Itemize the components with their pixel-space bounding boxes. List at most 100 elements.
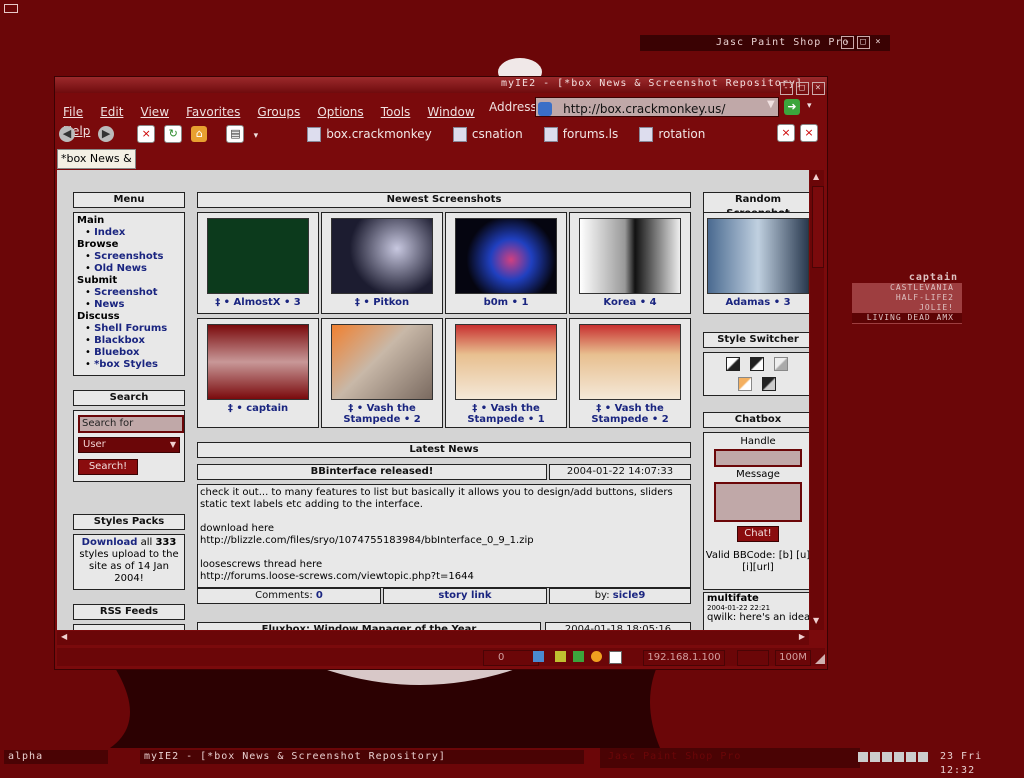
screenshot-thumbnail[interactable] xyxy=(207,218,309,294)
status-icon-a[interactable] xyxy=(533,651,544,662)
style-swatch[interactable] xyxy=(738,377,752,391)
menu-link-blackbox[interactable]: Blackbox xyxy=(94,335,145,346)
go-icon[interactable]: ➜ xyxy=(784,99,800,115)
stop-icon[interactable]: × xyxy=(137,124,156,143)
menu-link-submit-news[interactable]: News xyxy=(94,299,124,310)
author-link[interactable]: sicle9 xyxy=(613,590,645,601)
bookmark-box-crackmonkey[interactable]: box.crackmonkey xyxy=(307,127,432,142)
screenshot-thumbnail[interactable] xyxy=(707,218,809,294)
home-icon[interactable]: ⌂ xyxy=(191,125,208,142)
menu-link-submit-screenshot[interactable]: Screenshot xyxy=(94,287,157,298)
browser-titlebar[interactable]: myIE2 - [*box News & Screenshot Reposito… xyxy=(55,77,827,95)
search-button[interactable]: Search! xyxy=(78,459,138,475)
tray-icon[interactable] xyxy=(918,752,928,762)
screenshot-card[interactable]: ‡ • captain xyxy=(197,318,319,428)
chat-button[interactable]: Chat! xyxy=(737,526,779,542)
screenshot-card[interactable]: ‡ • Vash the Stampede • 1 xyxy=(445,318,567,428)
screenshot-card[interactable]: ‡ • Vash the Stampede • 2 xyxy=(321,318,443,428)
menu-link-shell-forums[interactable]: Shell Forums xyxy=(94,323,167,334)
screenshot-thumbnail[interactable] xyxy=(455,324,557,400)
tray-icon[interactable] xyxy=(894,752,904,762)
refresh-icon[interactable]: ↻ xyxy=(164,124,183,143)
close-icon[interactable]: × xyxy=(873,37,884,48)
taskbar-inactive-item[interactable]: Jasc Paint Shop Pro xyxy=(604,750,808,764)
menu-tools[interactable]: Tools xyxy=(381,105,411,119)
new-page-icon[interactable]: ▤ xyxy=(226,124,245,143)
screenshot-thumbnail[interactable] xyxy=(579,324,681,400)
style-swatch[interactable] xyxy=(750,357,764,371)
psp-window-titlebar[interactable]: Jasc Paint Shop Pro - □ × xyxy=(640,35,890,51)
maximize-icon[interactable]: □ xyxy=(796,82,809,95)
screenshot-card[interactable]: b0m • 1 xyxy=(445,212,567,314)
minimize-icon[interactable]: - xyxy=(780,82,793,95)
random-screenshot-card[interactable]: Adamas • 3 xyxy=(703,212,809,314)
status-icon-d[interactable] xyxy=(591,651,602,662)
style-swatch[interactable] xyxy=(774,357,788,371)
bookmark-csnation[interactable]: csnation xyxy=(452,127,523,142)
screenshot-card[interactable]: Korea • 4 xyxy=(569,212,691,314)
menu-link-bluebox[interactable]: Bluebox xyxy=(94,347,139,358)
close-all-icon[interactable]: × xyxy=(800,124,818,142)
resize-grip-icon[interactable] xyxy=(815,654,825,664)
status-icon-b[interactable] xyxy=(555,651,566,662)
menu-favorites[interactable]: Favorites xyxy=(186,105,240,119)
scroll-right-icon[interactable]: ▶ xyxy=(799,632,805,641)
desktop-corner-button[interactable] xyxy=(4,4,18,13)
address-dropdown-icon[interactable]: ▼ xyxy=(767,99,775,110)
back-icon[interactable]: ◀ xyxy=(59,125,75,142)
menu-groups[interactable]: Groups xyxy=(257,105,300,119)
scroll-left-icon[interactable]: ◀ xyxy=(61,632,67,641)
maximize-icon[interactable]: □ xyxy=(857,35,870,49)
news-link[interactable]: http://forums.loose-screws.com/viewtopic… xyxy=(200,571,688,583)
screenshot-card[interactable]: ‡ • AlmostX • 3 xyxy=(197,212,319,314)
message-textarea[interactable] xyxy=(714,482,802,522)
taskbar-window-item[interactable]: myIE2 - [*box News & Screenshot Reposito… xyxy=(140,750,584,764)
tray-icon[interactable] xyxy=(906,752,916,762)
screenshot-thumbnail[interactable] xyxy=(331,218,433,294)
screenshot-thumbnail[interactable] xyxy=(579,218,681,294)
screenshot-thumbnail[interactable] xyxy=(331,324,433,400)
menu-link-index[interactable]: Index xyxy=(94,227,125,238)
screenshot-thumbnail[interactable] xyxy=(207,324,309,400)
scroll-down-icon[interactable]: ▼ xyxy=(813,616,819,625)
bookmark-forums[interactable]: forums.ls xyxy=(543,127,618,142)
search-input[interactable]: Search for xyxy=(78,415,184,433)
screenshot-card[interactable]: ‡ • Vash the Stampede • 2 xyxy=(569,318,691,428)
tray-icon[interactable] xyxy=(870,752,880,762)
menu-view[interactable]: View xyxy=(141,105,169,119)
comments-link[interactable]: 0 xyxy=(316,590,323,601)
tray-icon[interactable] xyxy=(858,752,868,762)
horizontal-scrollbar[interactable]: ◀ ▶ xyxy=(57,631,809,645)
status-icon-e[interactable] xyxy=(609,651,622,664)
handle-input[interactable] xyxy=(714,449,802,467)
scroll-thumb[interactable] xyxy=(812,186,824,268)
tab-box-news[interactable]: *box News & ... xyxy=(57,149,136,183)
go-dropdown-icon[interactable]: ▾ xyxy=(807,101,812,111)
menu-window[interactable]: Window xyxy=(427,105,474,119)
vertical-scrollbar[interactable]: ▲ ▼ xyxy=(810,170,824,630)
scroll-up-icon[interactable]: ▲ xyxy=(813,172,819,181)
address-bar[interactable]: http://box.crackmonkey.us/ xyxy=(535,97,779,117)
forward-icon[interactable]: ▶ xyxy=(98,125,115,142)
menu-link-box-styles[interactable]: *box Styles xyxy=(94,359,158,370)
status-icon-c[interactable] xyxy=(573,651,584,662)
style-swatch[interactable] xyxy=(762,377,776,391)
menu-options[interactable]: Options xyxy=(317,105,363,119)
screenshot-thumbnail[interactable] xyxy=(455,218,557,294)
tray-icon[interactable] xyxy=(882,752,892,762)
menu-link-old-news[interactable]: Old News xyxy=(94,263,147,274)
new-page-dropdown-icon[interactable]: ▾ xyxy=(254,131,259,141)
news-link[interactable]: http://blizzle.com/files/sryo/1074755183… xyxy=(200,535,688,547)
story-link[interactable]: story link xyxy=(438,590,491,601)
screenshot-card[interactable]: ‡ • Pitkon xyxy=(321,212,443,314)
address-input[interactable]: http://box.crackmonkey.us/ xyxy=(563,102,725,116)
search-type-select[interactable]: User ▼ xyxy=(78,437,180,453)
style-swatch[interactable] xyxy=(726,357,740,371)
close-tab-icon[interactable]: × xyxy=(777,124,795,142)
menu-link-screenshots[interactable]: Screenshots xyxy=(94,251,163,262)
workspace-label[interactable]: alpha xyxy=(4,750,108,764)
menu-file[interactable]: File xyxy=(63,105,83,119)
download-link[interactable]: Download xyxy=(82,537,138,548)
menu-edit[interactable]: Edit xyxy=(100,105,123,119)
close-icon[interactable]: × xyxy=(812,82,825,95)
